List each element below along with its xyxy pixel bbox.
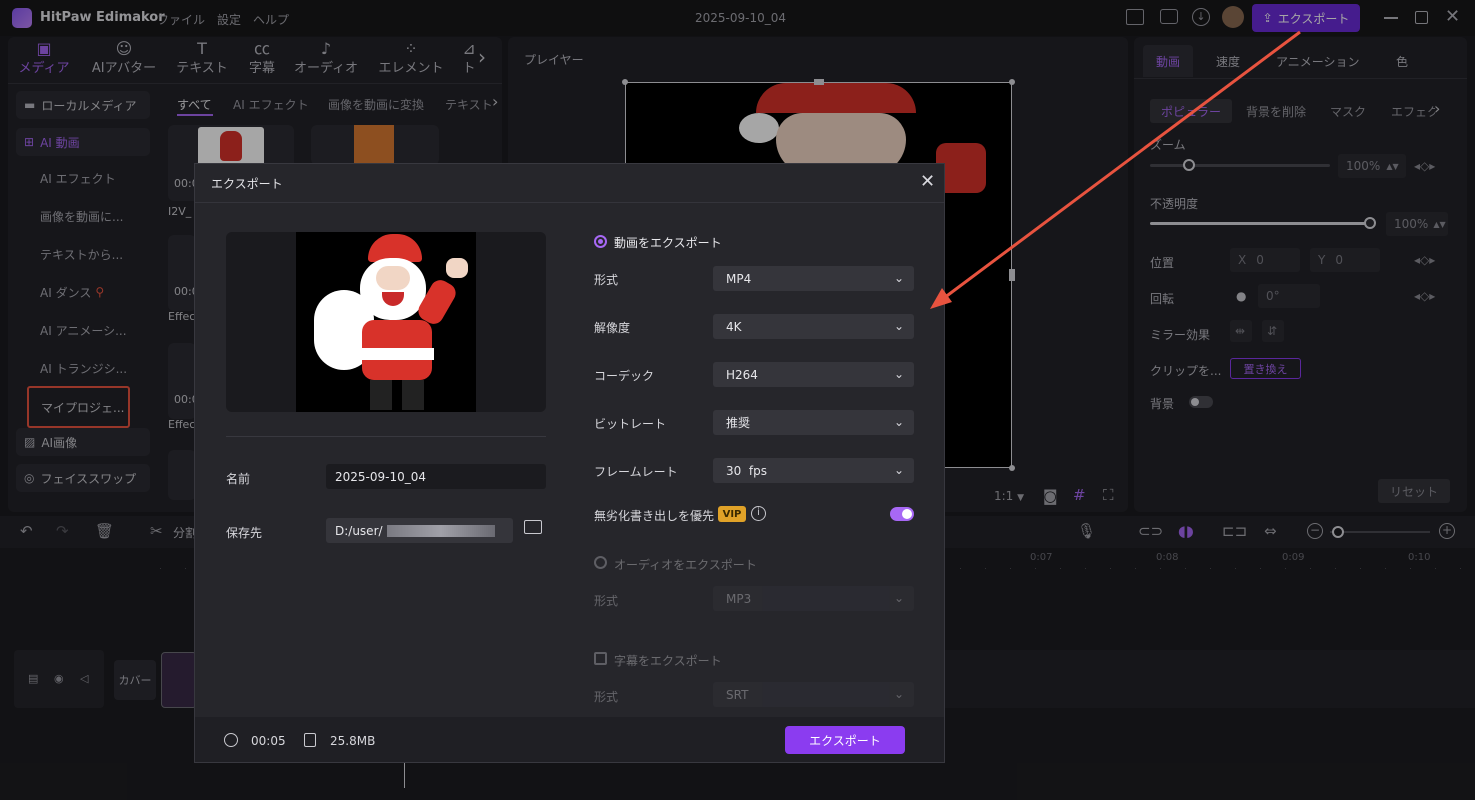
annotation-arrow [930, 30, 1301, 309]
annotation-arrow-head [930, 288, 952, 309]
annotation-arrow-line [943, 30, 1301, 300]
